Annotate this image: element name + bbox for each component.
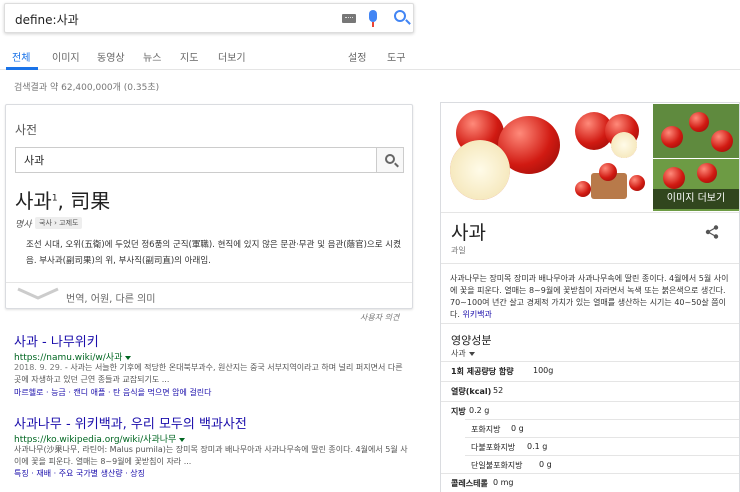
result-title[interactable]: 사과나무 - 위키백과, 우리 모두의 백과사전: [14, 413, 247, 432]
nutrition-row: 지방 0.2 g: [441, 401, 739, 419]
knowledge-panel: 이미지 더보기 사과 과일 사과나무는 장미목 장미과 배나무아과 사과나무속에…: [440, 102, 740, 492]
nutrition-row: 다불포화지방 0.1 g: [465, 437, 739, 455]
apple-image[interactable]: [571, 159, 651, 211]
search-input[interactable]: define:사과: [15, 11, 79, 28]
entity-name: 사과: [451, 222, 486, 244]
tab-more[interactable]: 더보기: [218, 49, 246, 64]
nutrition-row: 단일불포화지방 0 g: [465, 455, 739, 473]
tab-videos[interactable]: 동영상: [97, 49, 125, 64]
active-tab-indicator: [6, 67, 38, 70]
apple-image[interactable]: [571, 104, 651, 158]
result-stats: 검색결과 약 62,400,000개 (0.35초): [14, 83, 160, 93]
search-icon[interactable]: [394, 10, 406, 22]
apple-image[interactable]: [653, 104, 739, 158]
dictionary-search-button[interactable]: [376, 147, 404, 173]
apple-image-main[interactable]: [442, 104, 570, 212]
tab-settings[interactable]: 설정: [348, 49, 366, 64]
more-images-button[interactable]: 이미지 더보기: [653, 189, 739, 209]
entity-description: 사과나무는 장미목 장미과 배나무아과 사과나무속에 딸린 종이다. 4월에서 …: [450, 274, 729, 319]
nutrition-row: 포화지방 0 g: [465, 419, 739, 437]
dictionary-headword: 사과1, 司果: [15, 189, 111, 213]
nutrition-row: 1회 제공량당 함량 100g: [441, 361, 739, 379]
tab-all[interactable]: 전체: [12, 49, 30, 64]
feedback-link[interactable]: 사용자 의견: [360, 312, 399, 323]
result-title[interactable]: 사과 - 나무위키: [14, 331, 99, 350]
dictionary-search-input[interactable]: [15, 147, 377, 173]
result-sitelinks[interactable]: 특징 · 재배 · 주요 국가별 생산량 · 상징: [14, 468, 145, 479]
tab-news[interactable]: 뉴스: [143, 49, 161, 64]
share-icon[interactable]: [705, 225, 719, 239]
tab-maps[interactable]: 지도: [180, 49, 198, 64]
chevron-down-icon[interactable]: [179, 437, 186, 442]
tab-images[interactable]: 이미지: [52, 49, 80, 64]
chevron-down-icon: [468, 351, 475, 356]
dictionary-card: 사전 사과1, 司果 명사 국사 › 고제도 조선 시대, 오위(五衛)에 두었…: [5, 104, 413, 309]
keyboard-icon[interactable]: [342, 14, 356, 23]
nutrition-selector[interactable]: 사과: [451, 348, 475, 359]
nutrition-row: 콜레스테롤 0 mg: [441, 473, 739, 491]
chevron-down-icon: [17, 287, 59, 300]
category-badge: 국사 › 고제도: [35, 217, 83, 229]
wikipedia-link[interactable]: 위키백과: [462, 310, 491, 319]
part-of-speech: 명사: [15, 220, 32, 230]
result-sitelinks[interactable]: 마르헬로 · 능금 · 캔디 애플 · 탄 음식을 먹으면 암에 걸린다: [14, 387, 212, 398]
search-tabs: 전체 이미지 동영상 뉴스 지도 더보기 설정 도구: [0, 40, 740, 70]
tab-tools[interactable]: 도구: [387, 49, 405, 64]
nutrition-row: 열량(kcal) 52: [441, 381, 739, 399]
search-icon: [385, 154, 395, 164]
definition-text: 조선 시대, 오위(五衛)에 두었던 정6품의 군직(軍職). 현직에 있지 않…: [26, 240, 401, 266]
search-box[interactable]: define:사과: [4, 3, 414, 33]
result-snippet: 2018. 9. 29. - 사과는 서늘한 기후에 적당한 온대북부과수, 원…: [14, 363, 403, 384]
apple-image[interactable]: 이미지 더보기: [653, 159, 739, 211]
chevron-down-icon[interactable]: [125, 355, 132, 360]
dictionary-title: 사전: [15, 123, 38, 137]
nutrition-title: 영양성분: [451, 334, 492, 347]
entity-type: 과일: [451, 246, 466, 255]
result-snippet: 사과나무(沙果나무, 라틴어: Malus pumila)는 장미목 장미과 배…: [14, 445, 408, 466]
dictionary-more-label: 번역, 어원, 다른 의미: [66, 294, 156, 305]
mic-icon[interactable]: [369, 10, 377, 27]
dictionary-more-toggle[interactable]: 번역, 어원, 다른 의미: [6, 282, 412, 308]
